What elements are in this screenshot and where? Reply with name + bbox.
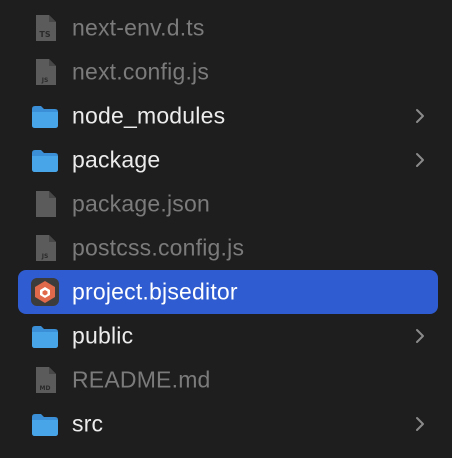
folder-name: package [72,146,161,173]
file-name: package.json [72,190,210,217]
svg-text:JS: JS [41,253,49,260]
folder-icon [32,326,58,348]
file-name: postcss.config.js [72,234,245,261]
folder-icon [32,414,58,436]
chevron-right-icon[interactable] [414,415,426,433]
folder-name: node_modules [72,102,226,129]
md-file-icon: MD [36,367,56,393]
folder-row-package[interactable]: package [18,138,438,182]
folder-row-node-modules[interactable]: node_modules [18,94,438,138]
file-name: project.bjseditor [72,278,238,305]
file-name: next.config.js [72,58,210,85]
folder-row-public[interactable]: public [18,314,438,358]
file-list: TS next-env.d.ts JS next.config.js node_… [0,0,452,458]
file-row-readme-md[interactable]: MD README.md [18,358,438,402]
folder-icon [32,106,58,128]
ts-file-icon: TS [36,15,56,41]
file-row-next-config-js[interactable]: JS next.config.js [18,50,438,94]
js-file-icon: JS [36,235,56,261]
folder-icon [32,150,58,172]
folder-row-src[interactable]: src [18,402,438,446]
file-name: README.md [72,366,211,393]
folder-name: public [72,322,134,349]
file-name: next-env.d.ts [72,14,205,41]
svg-text:TS: TS [39,30,50,39]
file-row-next-env-d-ts[interactable]: TS next-env.d.ts [18,6,438,50]
folder-name: src [72,410,104,437]
svg-text:MD: MD [40,385,51,392]
file-row-package-json[interactable]: package.json [18,182,438,226]
js-file-icon: JS [36,59,56,85]
chevron-right-icon[interactable] [414,151,426,169]
file-row-postcss-config-js[interactable]: JS postcss.config.js [18,226,438,270]
chevron-right-icon[interactable] [414,107,426,125]
document-icon [36,191,56,217]
svg-text:JS: JS [41,77,49,84]
file-row-project-bjseditor[interactable]: project.bjseditor [18,270,438,314]
babylon-editor-icon [31,278,59,306]
chevron-right-icon[interactable] [414,327,426,345]
